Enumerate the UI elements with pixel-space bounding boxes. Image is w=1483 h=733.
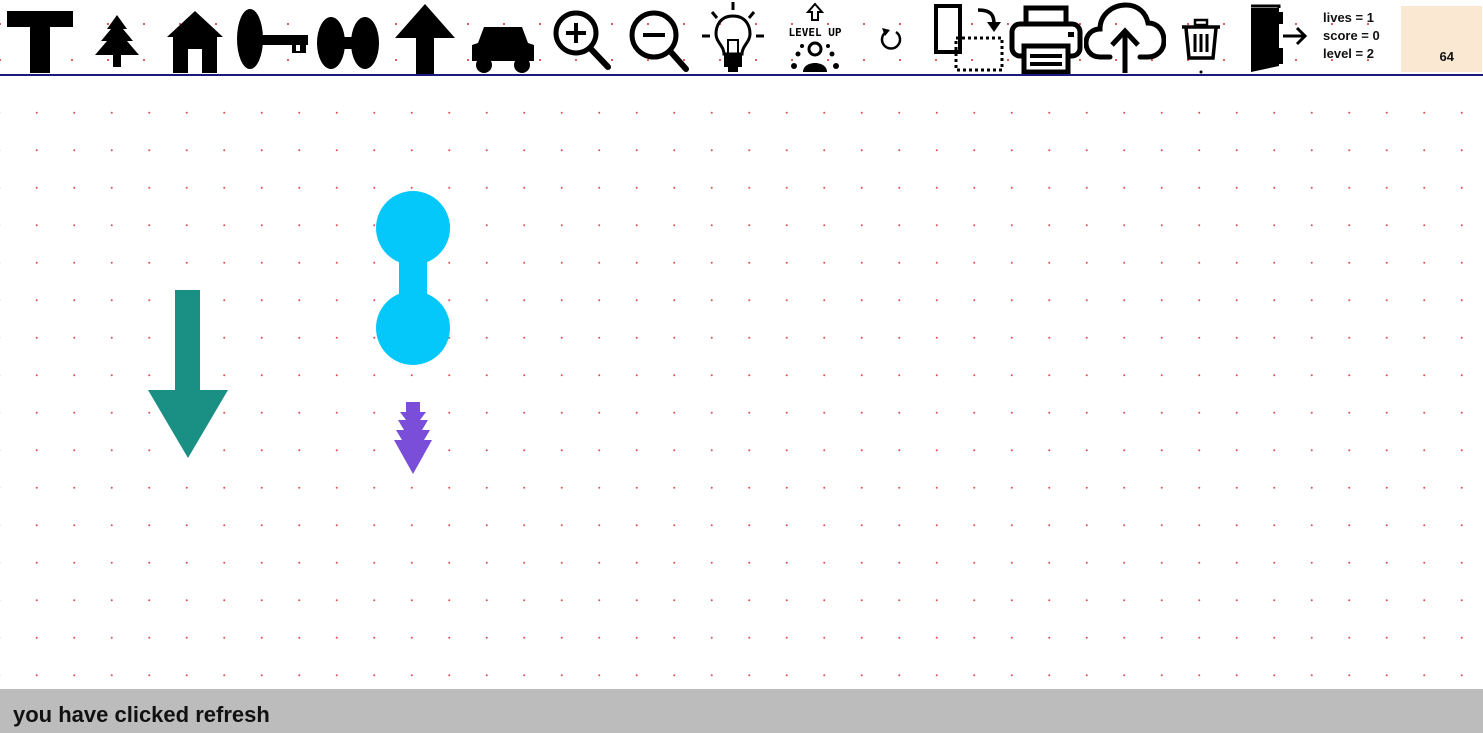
level-up-button[interactable]: LEVEL UP <box>776 2 854 74</box>
status-message: you have clicked refresh <box>13 702 270 727</box>
lives-label: lives = 1 <box>1323 10 1374 25</box>
purple-tree-piece[interactable] <box>390 400 436 476</box>
game-app: LEVEL UP lives = 1 score = 0 level = 2 6… <box>0 0 1483 733</box>
refresh-icon <box>880 28 902 50</box>
t-shape-tool[interactable] <box>4 2 76 74</box>
tree-tool[interactable] <box>86 2 148 74</box>
counter-value: 64 <box>1439 49 1454 64</box>
copy-paste-icon <box>934 4 1004 72</box>
zoom-out-button[interactable] <box>626 2 690 74</box>
hint-button[interactable] <box>700 2 766 74</box>
car-icon <box>472 27 534 73</box>
exit-button[interactable] <box>1244 2 1312 74</box>
score-label: score = 0 <box>1323 28 1380 43</box>
tree-icon <box>95 15 139 67</box>
zoom-in-icon <box>553 10 611 70</box>
level-up-icon: LEVEL UP <box>789 2 842 72</box>
upload-button[interactable] <box>1084 2 1166 74</box>
delete-button[interactable] <box>1178 2 1224 74</box>
status-bar: you have clicked refresh <box>0 689 1483 733</box>
dumbbell-tool[interactable] <box>314 2 382 74</box>
cyan-dumbbell-piece[interactable] <box>372 188 454 368</box>
teal-arrow-down-piece[interactable] <box>146 288 230 460</box>
arrow-up-icon <box>395 4 455 74</box>
print-button[interactable] <box>1008 2 1084 74</box>
dumbbell-icon <box>317 17 379 69</box>
cloud-upload-icon <box>1084 2 1166 73</box>
house-icon <box>167 11 223 73</box>
level-label: level = 2 <box>1323 46 1374 61</box>
level-up-label: LEVEL UP <box>789 26 842 39</box>
copy-button[interactable] <box>932 2 1006 74</box>
printer-icon <box>1009 5 1083 74</box>
toolbar: LEVEL UP lives = 1 score = 0 level = 2 6… <box>0 0 1483 76</box>
game-stats: lives = 1 score = 0 level = 2 <box>1323 9 1380 63</box>
zoom-out-icon <box>629 10 689 72</box>
refresh-button[interactable] <box>872 2 910 74</box>
car-tool[interactable] <box>470 2 536 74</box>
counter-box: 64 <box>1401 6 1482 72</box>
up-arrow-tool[interactable] <box>392 2 458 74</box>
lightbulb-icon <box>702 2 764 72</box>
t-block-icon <box>7 11 73 73</box>
trash-icon <box>1182 18 1220 74</box>
zoom-in-button[interactable] <box>550 2 614 74</box>
game-canvas[interactable] <box>0 78 1483 689</box>
key-tool[interactable] <box>234 2 312 74</box>
key-icon <box>237 9 308 69</box>
exit-door-icon <box>1251 4 1308 72</box>
house-tool[interactable] <box>164 2 226 74</box>
